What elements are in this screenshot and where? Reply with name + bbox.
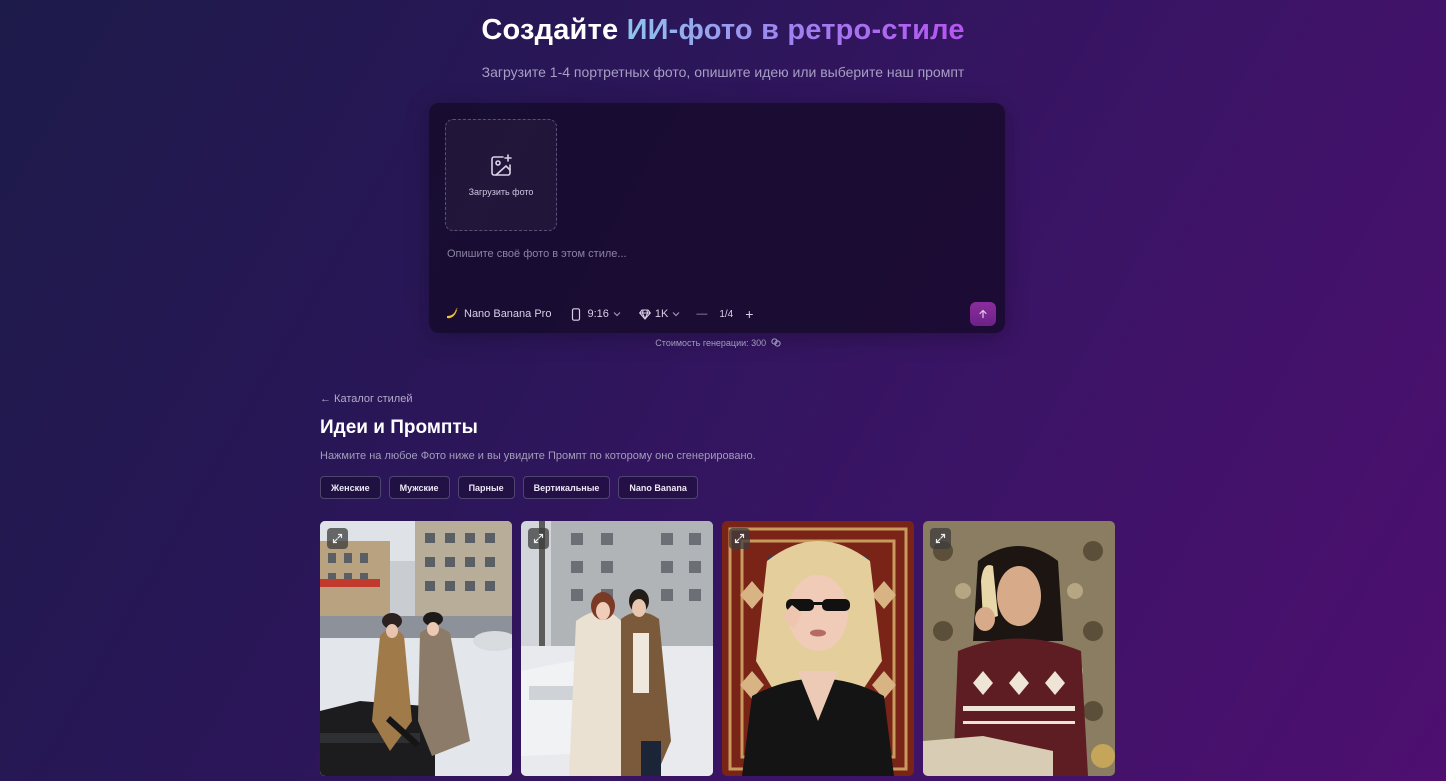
title-highlight: ИИ-фото в ретро-стиле xyxy=(626,14,965,46)
gallery-photo xyxy=(521,521,713,776)
gallery-photo xyxy=(923,521,1115,776)
filter-chip-women[interactable]: Женские xyxy=(320,476,381,499)
page-title: Создайте ИИ-фото в ретро-стиле xyxy=(0,12,1446,48)
gallery-card[interactable] xyxy=(521,521,713,776)
quality-label: 1K xyxy=(654,308,669,320)
photo-gallery xyxy=(320,521,1124,776)
filter-chip-vertical[interactable]: Вертикальные xyxy=(522,476,611,499)
generate-button[interactable] xyxy=(970,302,996,326)
back-to-catalog-link[interactable]: ← Каталог стилей xyxy=(320,393,412,405)
section-title: Идеи и Промпты xyxy=(320,417,478,438)
aspect-label: 9:16 xyxy=(587,308,609,320)
arrow-up-icon xyxy=(979,309,987,319)
title-plain: Создайте xyxy=(481,14,627,46)
filter-chip-nano-banana[interactable]: Nano Banana xyxy=(618,476,698,499)
expand-button[interactable] xyxy=(930,528,951,549)
diamond-icon xyxy=(639,308,651,320)
increase-count-button[interactable]: + xyxy=(745,306,753,322)
gallery-card[interactable] xyxy=(722,521,914,776)
model-label: Nano Banana Pro xyxy=(464,308,552,320)
filter-chip-couples[interactable]: Парные xyxy=(457,476,515,499)
gallery-card[interactable] xyxy=(923,521,1115,776)
expand-icon xyxy=(935,533,946,544)
banana-icon xyxy=(447,307,458,319)
generation-composer: Загрузить фото Nano Banana Pro 9:16 1K xyxy=(429,103,1005,333)
quality-selector[interactable]: 1K xyxy=(639,308,680,320)
gallery-card[interactable] xyxy=(320,521,512,776)
expand-button[interactable] xyxy=(528,528,549,549)
page-subtitle: Загрузите 1-4 портретных фото, опишите и… xyxy=(481,64,965,80)
decrease-count-button[interactable]: — xyxy=(696,308,707,320)
chevron-down-icon xyxy=(613,312,621,317)
aspect-selector[interactable]: 9:16 xyxy=(571,307,621,321)
section-subtitle: Нажмите на любое Фото ниже и вы увидите … xyxy=(320,450,756,462)
gallery-photo xyxy=(320,521,512,776)
generation-cost: Стоимость генерации: 300 xyxy=(0,338,1436,348)
image-add-icon xyxy=(491,154,512,176)
phone-icon xyxy=(572,307,581,321)
filter-chips: Женские Мужские Парные Вертикальные Nano… xyxy=(320,476,706,499)
coins-icon xyxy=(771,338,781,347)
upload-photo-button[interactable]: Загрузить фото xyxy=(445,119,557,231)
expand-button[interactable] xyxy=(729,528,750,549)
expand-icon xyxy=(332,533,343,544)
filter-chip-men[interactable]: Мужские xyxy=(388,476,450,499)
prompt-input[interactable] xyxy=(447,243,987,265)
count-value: 1/4 xyxy=(719,308,734,320)
model-selector[interactable]: Nano Banana Pro xyxy=(445,307,551,321)
expand-icon xyxy=(734,533,745,544)
composer-toolbar: Nano Banana Pro 9:16 1K — 1/4 + xyxy=(445,305,753,323)
chevron-down-icon xyxy=(672,312,680,317)
gallery-photo xyxy=(722,521,914,776)
upload-photo-label: Загрузить фото xyxy=(468,187,534,197)
generation-cost-label: Стоимость генерации: 300 xyxy=(655,338,767,348)
expand-icon xyxy=(533,533,544,544)
expand-button[interactable] xyxy=(327,528,348,549)
